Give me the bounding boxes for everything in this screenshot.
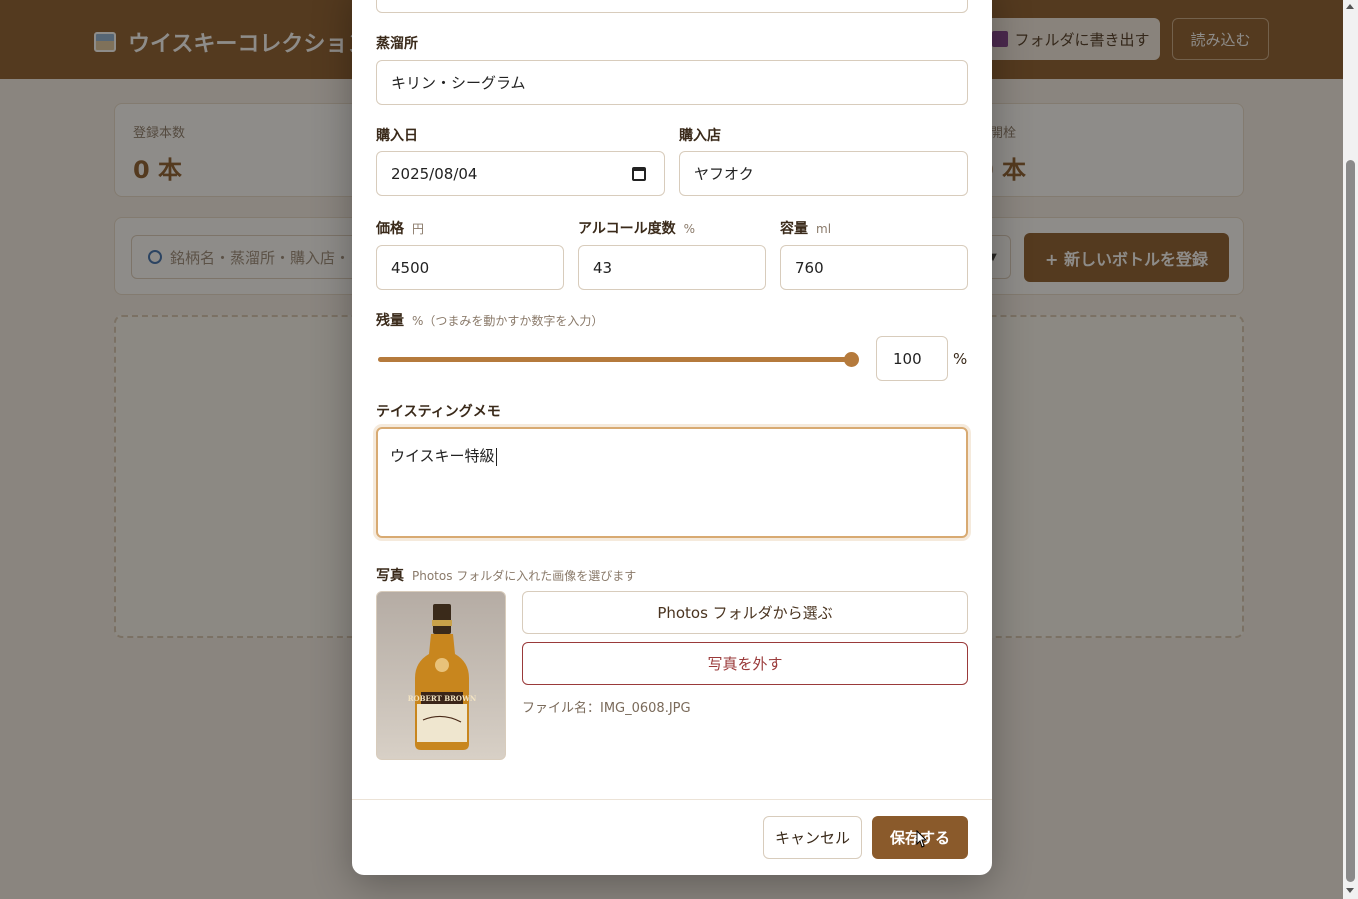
shop-field[interactable]: ヤフオク: [679, 151, 968, 196]
remaining-value: 100: [893, 349, 922, 368]
abv-value: 43: [593, 258, 613, 277]
abv-label-text: アルコール度数: [578, 221, 676, 237]
photo-filename: ファイル名：IMG_0608.JPG: [522, 701, 691, 716]
remaining-hint: %（つまみを動かすか数字を入力）: [412, 314, 604, 328]
price-label: 価格円: [376, 218, 424, 238]
shop-value: ヤフオク: [694, 165, 754, 183]
tasting-label: テイスティングメモ: [376, 404, 501, 420]
purchase-date-label: 購入日: [376, 128, 418, 144]
cancel-button[interactable]: キャンセル: [763, 816, 862, 859]
mouse-pointer-icon: [916, 830, 928, 848]
modal-footer-divider: [352, 799, 992, 800]
volume-value: 760: [795, 258, 824, 277]
volume-unit: ml: [816, 222, 832, 236]
scrollbar-thumb[interactable]: [1346, 160, 1355, 882]
remaining-slider-fill: [378, 357, 852, 362]
tasting-value: ウイスキー特級: [390, 447, 495, 465]
scroll-down-arrow-icon[interactable]: [1346, 888, 1354, 893]
cancel-label: キャンセル: [774, 829, 850, 847]
remaining-slider-handle[interactable]: [844, 352, 859, 367]
remaining-unit: %: [953, 350, 968, 368]
remaining-label-text: 残量: [376, 313, 404, 329]
photo-label: 写真 Photos フォルダに入れた画像を選びます: [376, 565, 636, 585]
photo-hint: Photos フォルダに入れた画像を選びます: [412, 569, 637, 583]
volume-field[interactable]: 760: [780, 245, 968, 290]
distillery-label: 蒸溜所: [376, 36, 418, 52]
volume-label: 容量 ml: [780, 218, 831, 238]
abv-unit: %: [683, 222, 695, 236]
price-label-text: 価格: [376, 221, 404, 237]
choose-photo-label: Photos フォルダから選ぶ: [657, 604, 833, 622]
abv-label: アルコール度数%: [578, 218, 695, 238]
remaining-slider[interactable]: [378, 352, 859, 367]
remove-photo-button[interactable]: 写真を外す: [522, 642, 968, 685]
price-value: 4500: [391, 258, 430, 277]
bottle-photo: ROBERT BROWN: [376, 591, 506, 760]
distillery-field[interactable]: キリン・シーグラム: [376, 60, 968, 105]
distillery-value: キリン・シーグラム: [391, 74, 526, 92]
text-caret: [495, 447, 497, 466]
purchase-date-value: 2025/08/04: [391, 164, 478, 183]
tasting-memo-textarea[interactable]: ウイスキー特級: [376, 427, 968, 538]
edit-bottle-modal: 蒸溜所 キリン・シーグラム 購入日 2025/08/04 購入店 ヤフオク 価格…: [352, 0, 992, 875]
page-scrollbar[interactable]: [1343, 0, 1358, 899]
remaining-number-field[interactable]: 100: [876, 336, 948, 381]
whisky-bottle-image: ROBERT BROWN: [408, 604, 477, 750]
bottle-label-text: ROBERT BROWN: [408, 694, 477, 703]
calendar-icon[interactable]: [632, 167, 646, 181]
price-unit: 円: [412, 222, 425, 236]
remove-photo-label: 写真を外す: [707, 655, 783, 673]
volume-label-text: 容量: [780, 221, 808, 237]
purchase-date-field[interactable]: 2025/08/04: [376, 151, 665, 196]
shop-label: 購入店: [679, 128, 721, 144]
price-field[interactable]: 4500: [376, 245, 564, 290]
name-field[interactable]: [376, 0, 968, 13]
scroll-up-arrow-icon[interactable]: [1346, 4, 1354, 9]
photo-label-text: 写真: [376, 568, 404, 584]
remaining-label: 残量 %（つまみを動かすか数字を入力）: [376, 310, 603, 330]
abv-field[interactable]: 43: [578, 245, 766, 290]
choose-photo-button[interactable]: Photos フォルダから選ぶ: [522, 591, 968, 634]
